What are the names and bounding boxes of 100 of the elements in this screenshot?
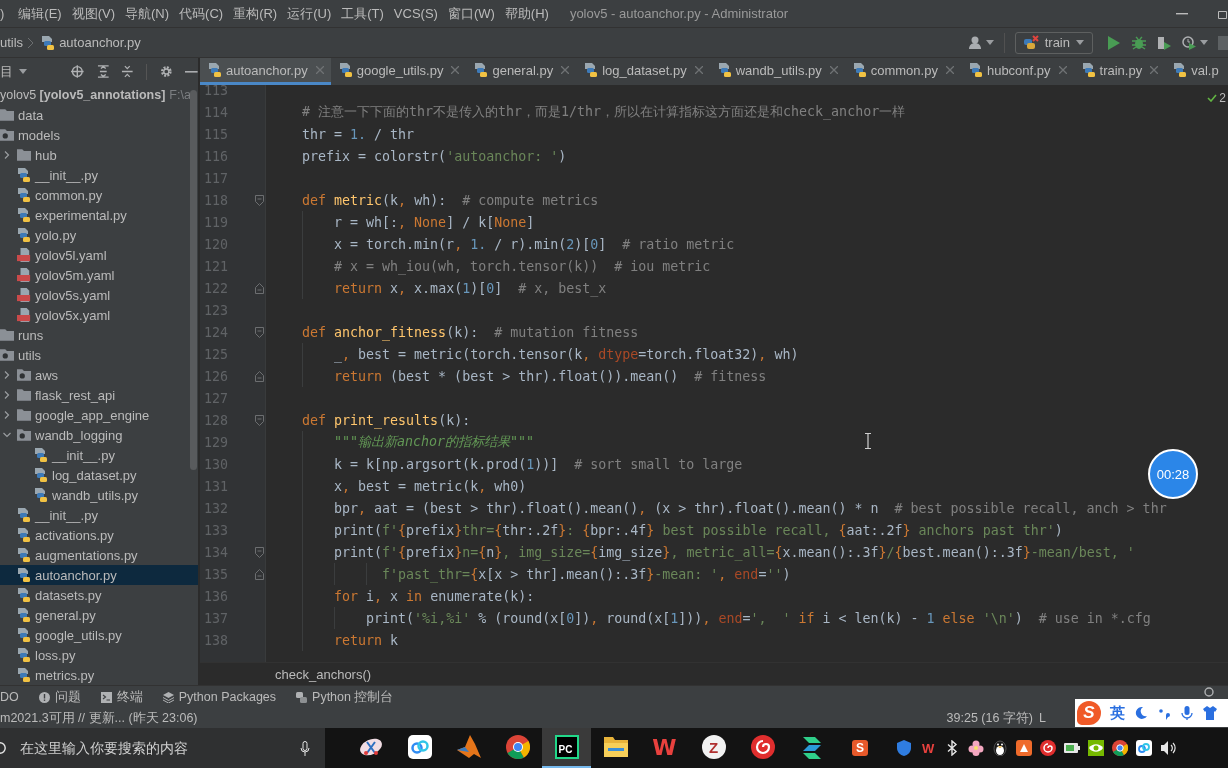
menu-item[interactable]: 帮助(H) [499,4,554,23]
taskbar-button[interactable]: PC [542,728,591,768]
status-message[interactable]: m2021.3可用 // 更新... (昨天 23:06) [0,709,198,727]
tree-item[interactable]: yolov5l.yaml [0,245,198,265]
search-input[interactable]: 在这里输入你要搜索的内容 [20,740,292,756]
penguin-icon[interactable] [992,740,1009,756]
editor-tab[interactable]: general.py [466,58,577,85]
tree-item[interactable]: autoanchor.py [0,565,198,585]
caret-icon[interactable] [985,40,994,45]
line-separator[interactable]: L [1039,711,1046,725]
bug-icon[interactable] [1132,35,1146,50]
tree-item[interactable]: aws [0,365,198,385]
run-icon[interactable] [1107,35,1121,50]
cloud-icon[interactable] [1136,740,1153,756]
editor-tab[interactable]: train.py [1073,58,1166,85]
breadcrumb-item[interactable]: utils [0,35,24,50]
tricolor-circle-icon[interactable] [1112,740,1129,756]
chevron-right-icon[interactable] [3,411,11,419]
settings-icon[interactable] [159,65,173,78]
speaker-icon[interactable] [1160,740,1177,756]
tree-item[interactable]: wandb_utils.py [0,485,198,505]
user-icon[interactable] [968,36,983,49]
tree-item[interactable]: common.py [0,185,198,205]
taskbar-button[interactable]: Z [689,728,738,768]
ring-icon[interactable] [1204,687,1214,697]
menu-item[interactable]: 视图(V) [66,4,121,23]
tool-window-button[interactable]: 终端 [100,688,143,706]
microphone-icon[interactable] [1180,706,1194,720]
crosshair-icon[interactable] [71,65,84,78]
shield-icon[interactable] [896,740,912,756]
fold-marker-icon[interactable] [255,546,264,558]
tree-item[interactable]: utils [0,345,198,365]
check-icon[interactable] [1207,94,1218,102]
minimize-icon[interactable] [1176,12,1188,15]
collapse-all-icon[interactable] [121,65,134,78]
tree-item[interactable]: wandb_logging [0,425,198,445]
chevron-right-icon[interactable] [3,151,11,159]
tree-item[interactable]: data [0,105,198,125]
tree-item[interactable]: activations.py [0,525,198,545]
fold-marker-icon[interactable] [255,568,264,580]
tool-window-button[interactable]: Python 控制台 [296,688,394,706]
tree-item[interactable]: flask_rest_api [0,385,198,405]
breadcrumb-item[interactable]: autoanchor.py [41,35,141,50]
caret-icon[interactable] [19,69,27,74]
menu-item[interactable]: 运行(U) [282,4,337,23]
menu-item[interactable]: VCS(S) [388,6,443,21]
tree-item[interactable]: runs [0,325,198,345]
eye-icon[interactable] [1088,740,1105,756]
editor-tab[interactable]: wandb_utils.py [709,58,845,85]
search-box[interactable]: 在这里输入你要搜索的内容 [0,728,325,768]
tree-item[interactable]: hub [0,145,198,165]
taskbar-button[interactable]: W [640,728,689,768]
expand-all-icon[interactable] [96,65,110,78]
flower-icon[interactable] [968,740,985,756]
moon-icon[interactable] [1134,706,1148,720]
maximize-icon[interactable] [1218,8,1227,19]
tool-window-button[interactable]: DO [0,690,19,704]
caret-position[interactable]: 39:25 (16 字符) [946,709,1034,727]
tree-item[interactable]: datasets.py [0,585,198,605]
chevron-right-icon[interactable] [3,371,11,379]
shirt-icon[interactable] [1203,706,1217,720]
fold-marker-icon[interactable] [255,282,264,294]
menu-item[interactable]: 导航(N) [120,4,175,23]
office-logo[interactable]: W [922,740,935,756]
fold-marker-icon[interactable] [255,414,264,426]
swirl-icon[interactable] [1040,740,1057,756]
editor-tab[interactable]: google_utils.py [330,58,467,85]
editor-tab[interactable]: log_dataset.py [576,58,710,85]
tree-item[interactable]: metrics.py [0,665,198,685]
tree-item[interactable]: log_dataset.py [0,465,198,485]
tree-item[interactable]: yolov5 [yolov5_annotations] F:\a [0,85,198,105]
tree-item[interactable]: general.py [0,605,198,625]
tree-item[interactable]: google_utils.py [0,625,198,645]
triangle-tile-icon[interactable] [1016,740,1033,756]
menu-item[interactable]: 编辑(E) [13,4,67,23]
fold-marker-icon[interactable] [255,370,264,382]
tree-item[interactable]: augmentations.py [0,545,198,565]
tree-item[interactable]: __init__.py [0,165,198,185]
fold-marker-icon[interactable] [255,194,264,206]
tree-item[interactable]: __init__.py [0,445,198,465]
tree-item[interactable]: __init__.py [0,505,198,525]
microphone-icon[interactable] [300,740,310,756]
minus-icon[interactable] [185,70,198,73]
battery-icon[interactable] [1064,740,1081,756]
caret-icon[interactable] [1200,40,1208,45]
run-config-dropdown[interactable]: train [1014,31,1093,54]
inspection-count[interactable]: 2 [1219,91,1226,105]
caret-icon[interactable] [1076,40,1084,45]
code-breadcrumb[interactable]: check_anchors() [275,666,372,682]
ime-toolbar-logo[interactable]: S [1077,701,1101,725]
menu-item[interactable]: ) [0,6,14,21]
chevron-down-icon[interactable] [3,431,11,439]
tree-item[interactable]: loss.py [0,645,198,665]
menu-item[interactable]: 代码(C) [174,4,229,23]
editor-tab[interactable]: common.py [844,58,961,85]
editor-tab[interactable]: autoanchor.py [200,58,331,85]
ime-logo[interactable]: S [852,740,868,756]
tree-item[interactable]: models [0,125,198,145]
tree-item[interactable]: yolov5m.yaml [0,265,198,285]
editor-tab[interactable]: hubconf.py [960,58,1074,85]
